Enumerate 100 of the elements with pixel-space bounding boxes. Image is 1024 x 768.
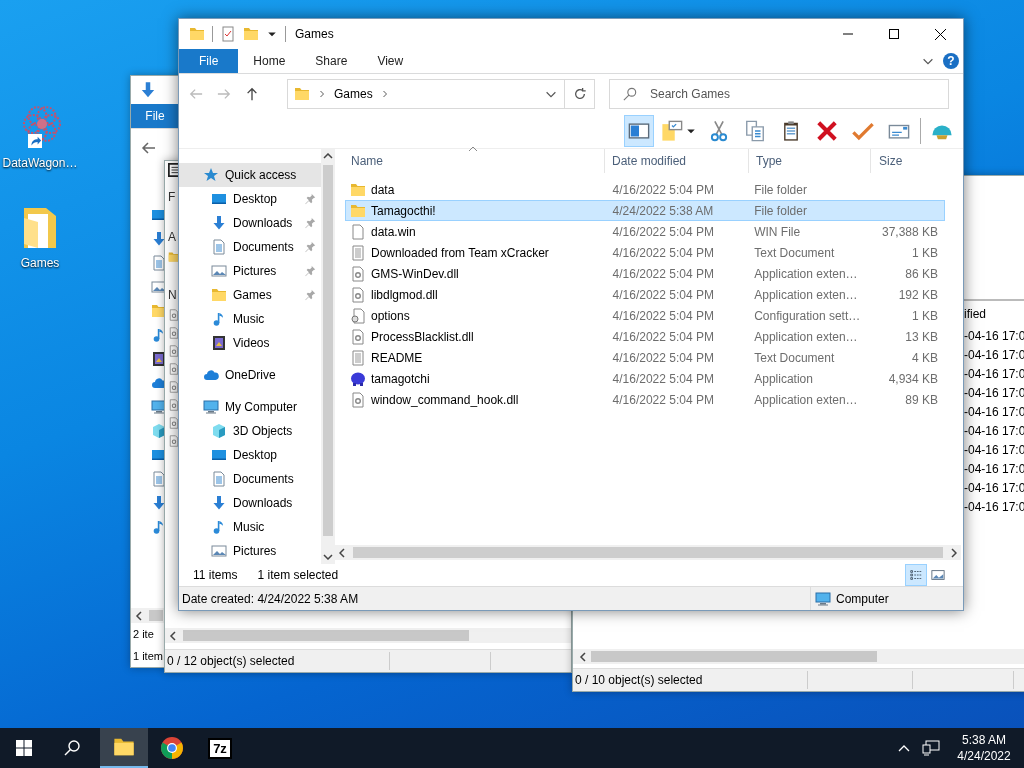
nav-item[interactable]: OneDrive: [179, 363, 321, 387]
file-row[interactable]: ProcessBlacklist.dll 4/16/2022 5:04 PM Application exten… 13 KB: [345, 326, 945, 347]
nav-item[interactable]: My Computer: [179, 395, 321, 419]
file-row[interactable]: data 4/16/2022 5:04 PM File folder: [345, 179, 945, 200]
maximize-icon: [889, 29, 899, 39]
ribbon-tab[interactable]: File: [131, 104, 179, 128]
file-size: 13 KB: [905, 329, 938, 344]
ribbon-tab[interactable]: Home: [238, 49, 301, 73]
scroll-left-icon[interactable]: [339, 547, 345, 558]
modified-date: 4/16/2022 5:04 PM: [611, 287, 715, 302]
modified-date: 4/16/2022 5:04 PM: [611, 350, 715, 365]
modified-date: 4/24/2022 5:38 AM: [611, 203, 715, 218]
toolbar-button[interactable]: [624, 115, 654, 147]
file-type: Application exten…: [753, 392, 859, 407]
nav-item[interactable]: Desktop: [179, 187, 321, 211]
file-size: 1 KB: [912, 245, 938, 260]
view-button[interactable]: [905, 564, 927, 586]
scroll-left-icon[interactable]: [579, 651, 587, 662]
table-cell-text: -04-16 17:0: [964, 461, 1024, 478]
ribbon-tab[interactable]: File: [179, 49, 239, 73]
file-type: Application exten…: [753, 287, 859, 302]
file-type: File folder: [753, 203, 808, 218]
file-name: data.win: [371, 224, 416, 239]
nav-item[interactable]: Downloads: [179, 491, 321, 515]
clock[interactable]: 5:38 AM 4/24/2022: [952, 732, 1016, 764]
column-header[interactable]: Date modified: [605, 149, 749, 173]
modified-date: 4/16/2022 5:04 PM: [611, 371, 715, 386]
nav-item[interactable]: Documents: [179, 235, 321, 259]
file-row[interactable]: README 4/16/2022 5:04 PM Text Document 4 KB: [345, 347, 945, 368]
file-name: Downloaded from Team xCracker: [371, 245, 549, 260]
nav-item[interactable]: Quick access: [179, 163, 321, 187]
nav-item[interactable]: Documents: [179, 467, 321, 491]
folder-icon: [211, 287, 227, 303]
modified-date: 4/16/2022 5:04 PM: [611, 329, 715, 344]
refresh-button[interactable]: [565, 79, 595, 109]
scroll-right-icon[interactable]: [951, 547, 957, 558]
menu-label: F: [168, 189, 176, 205]
document-icon: [211, 471, 227, 487]
file-size: 1 KB: [912, 308, 938, 323]
scissors-icon: [708, 120, 730, 142]
breadcrumb[interactable]: Games: [334, 87, 373, 101]
file-type: Application exten…: [753, 266, 859, 281]
nav-item[interactable]: Pictures: [179, 539, 321, 563]
table-cell-text: -04-16 17:0: [964, 499, 1024, 516]
file-row[interactable]: tamagotchi 4/16/2022 5:04 PM Application 4,934 KB: [345, 368, 945, 389]
file-row[interactable]: window_command_hook.dll 4/16/2022 5:04 PM Application exten… 89 KB: [345, 389, 945, 410]
nav-item[interactable]: Music: [179, 307, 321, 331]
taskbar-app[interactable]: 7z: [196, 728, 244, 768]
file-row[interactable]: data.win 4/16/2022 5:04 PM WIN File 37,388 KB: [345, 221, 945, 242]
folder-icon: [350, 181, 366, 198]
back-arrow-icon[interactable]: [141, 140, 157, 156]
desktop-icon: [211, 191, 227, 207]
cube-icon: [211, 423, 227, 439]
file-type: Application: [753, 371, 814, 386]
location-text: Computer: [836, 591, 889, 606]
refresh-icon: [572, 87, 587, 101]
monitor-icon: [151, 399, 167, 415]
address-bar[interactable]: Games: [287, 79, 565, 109]
nav-item[interactable]: Pictures: [179, 259, 321, 283]
folder-icon: [113, 736, 135, 758]
taskbar-app[interactable]: [100, 728, 148, 768]
nav-item[interactable]: Games: [179, 283, 321, 307]
file-row[interactable]: options 4/16/2022 5:04 PM Configuration sett… 1 KB: [345, 305, 945, 326]
monitor-icon: [203, 399, 219, 415]
network-icon[interactable]: [922, 740, 940, 756]
nav-item[interactable]: Videos: [179, 331, 321, 355]
modified-date: 4/16/2022 5:04 PM: [611, 266, 715, 281]
download-arrow-icon: [151, 231, 167, 247]
file-type: Text Document: [753, 245, 836, 260]
file-row[interactable]: libdlgmod.dll 4/16/2022 5:04 PM Application exten… 192 KB: [345, 284, 945, 305]
ribbon-tab[interactable]: View: [362, 49, 419, 73]
windows-logo-icon: [16, 740, 32, 756]
nav-item[interactable]: 3D Objects: [179, 419, 321, 443]
column-header[interactable]: Name: [341, 149, 605, 173]
file-row[interactable]: GMS-WinDev.dll 4/16/2022 5:04 PM Application exten… 86 KB: [345, 263, 945, 284]
folder-icon: [243, 26, 259, 42]
ribbon-tab[interactable]: Share: [300, 49, 363, 73]
scroll-left-icon[interactable]: [169, 630, 177, 641]
file-size: 37,388 KB: [881, 224, 938, 239]
scroll-left-icon[interactable]: [135, 610, 143, 621]
scroll-up-icon[interactable]: [323, 153, 333, 159]
nav-item[interactable]: Downloads: [179, 211, 321, 235]
file-type: WIN File: [753, 224, 802, 239]
help-button[interactable]: ?: [943, 53, 959, 69]
file-row[interactable]: Tamagocthi! 4/24/2022 5:38 AM File folder: [345, 200, 945, 221]
search-field[interactable]: Search Games: [609, 79, 949, 109]
chevron-up-icon[interactable]: [898, 744, 910, 752]
film-icon: [211, 335, 227, 351]
folder-icon: [294, 86, 310, 102]
nav-item[interactable]: Desktop: [179, 443, 321, 467]
file-row[interactable]: Downloaded from Team xCracker 4/16/2022 5:04 PM Text Document 1 KB: [345, 242, 945, 263]
column-header[interactable]: ified: [964, 307, 986, 321]
nav-item[interactable]: Music: [179, 515, 321, 539]
column-header[interactable]: Size: [871, 149, 949, 173]
table-cell-text: -04-16 17:0: [964, 442, 1024, 459]
scroll-down-icon[interactable]: [323, 554, 333, 560]
download-arrow-icon: [151, 495, 167, 511]
image-icon: [211, 263, 227, 279]
up-arrow-icon[interactable]: [245, 86, 259, 102]
column-header[interactable]: Type: [749, 149, 871, 173]
